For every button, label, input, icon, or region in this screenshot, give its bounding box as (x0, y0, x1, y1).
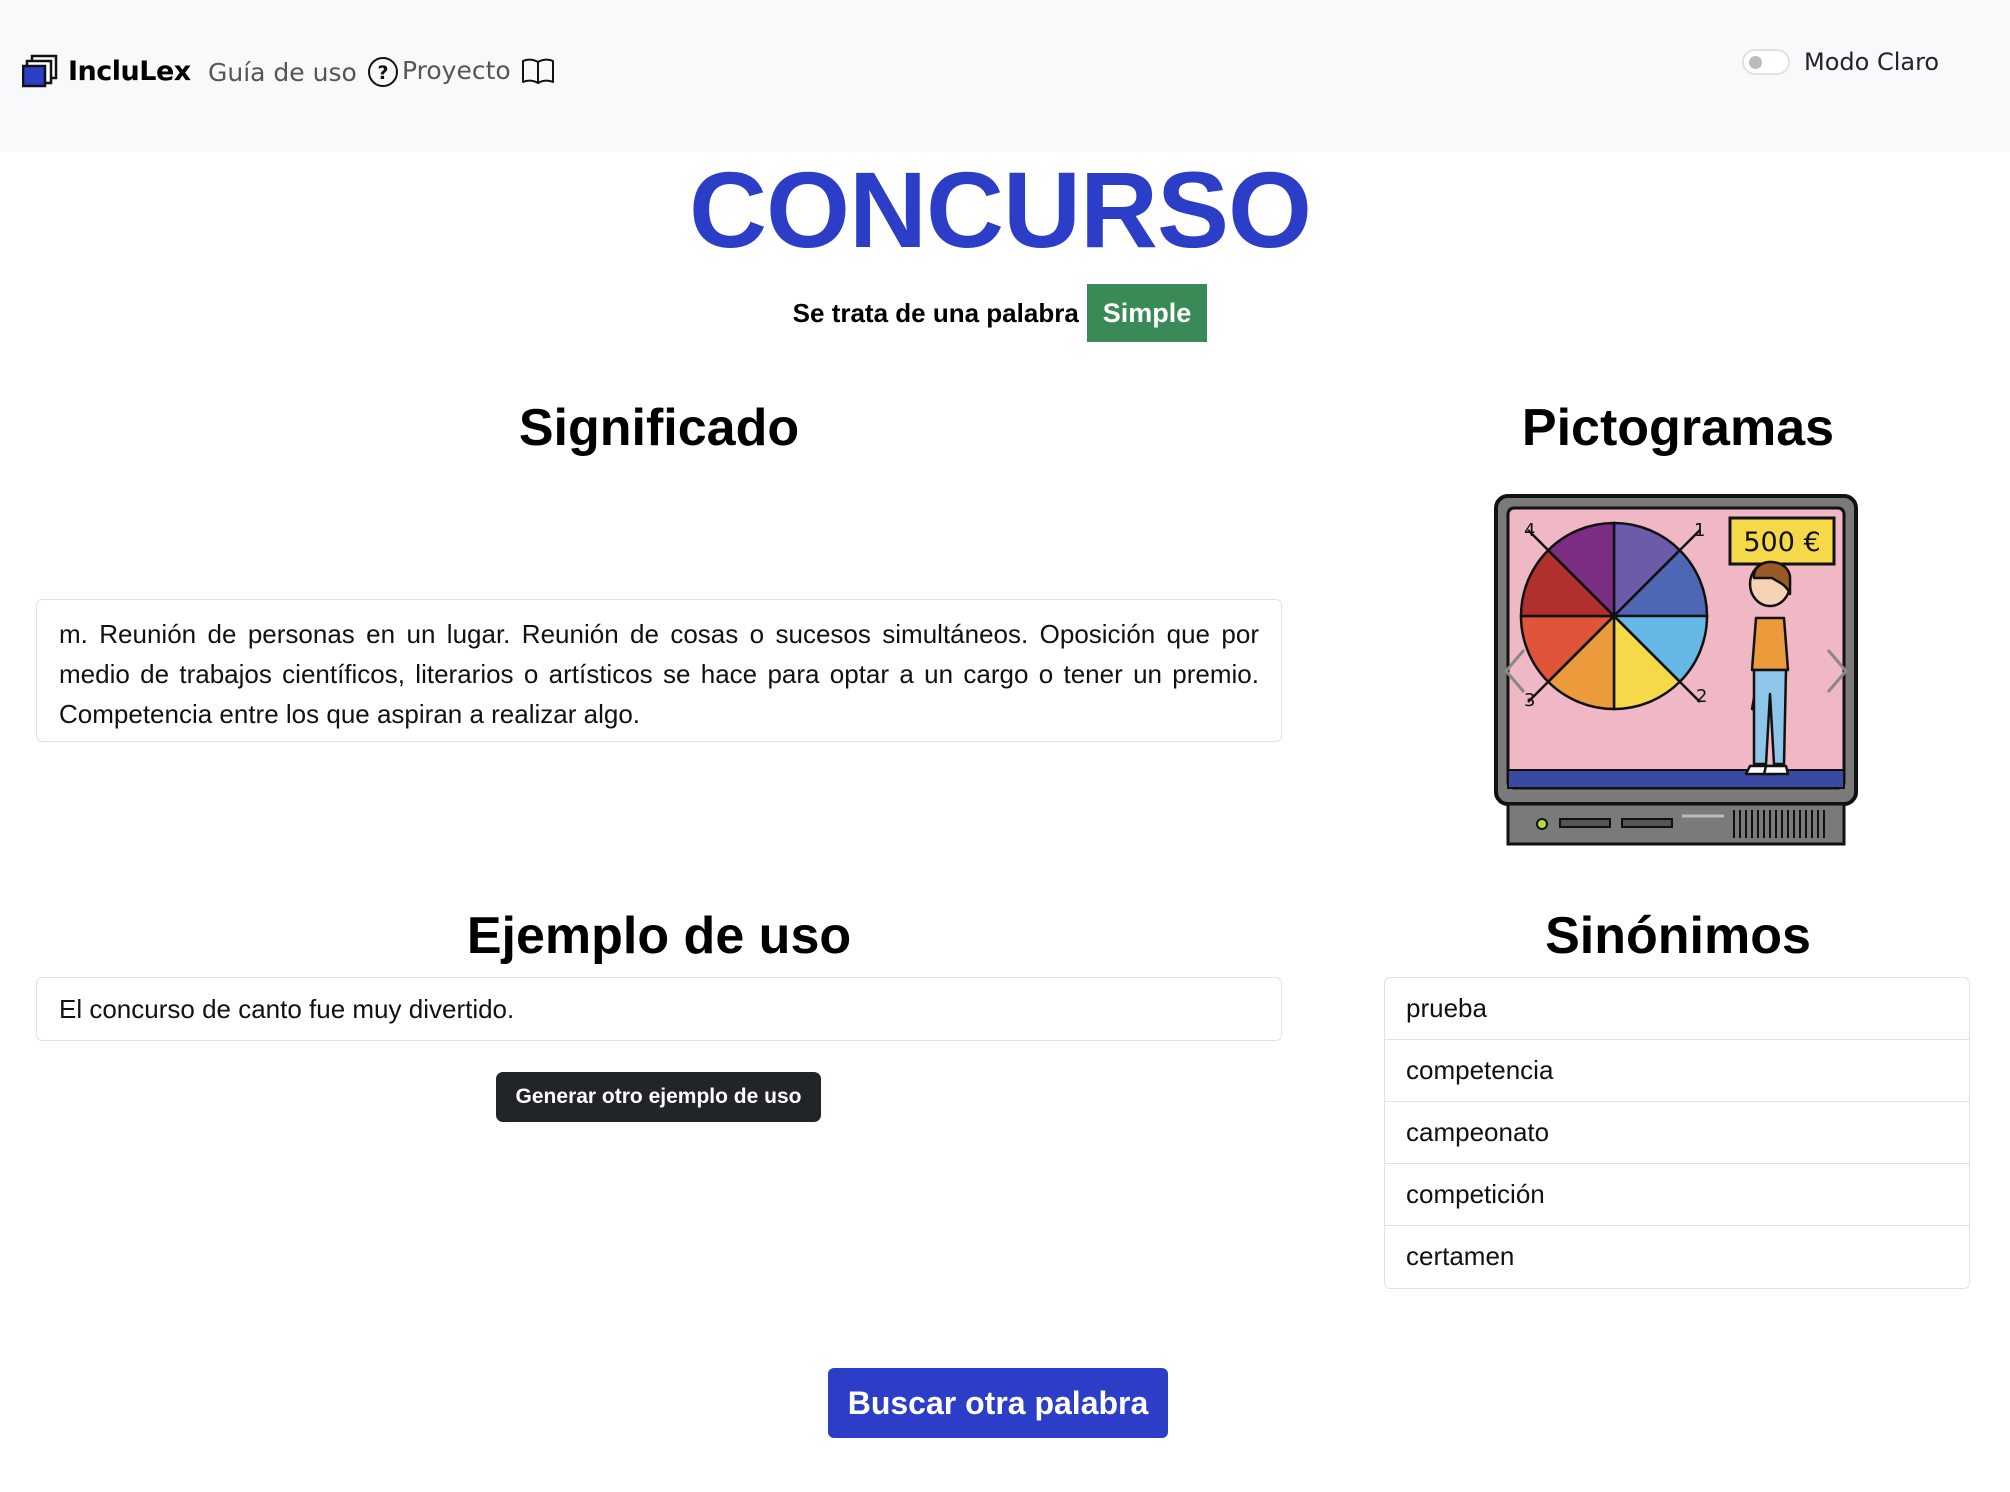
word-type: Se trata de una palabra Simple (0, 284, 2000, 342)
nav-project-link[interactable]: Proyecto (402, 56, 555, 85)
synonym-item: competencia (1385, 1040, 1969, 1102)
book-icon (521, 58, 554, 84)
carousel-prev-icon[interactable] (1500, 646, 1530, 696)
question-circle-icon: ? (367, 57, 398, 87)
svg-text:1: 1 (1694, 520, 1705, 541)
nav-project-label: Proyecto (402, 56, 511, 85)
brand-link[interactable]: IncluLex (22, 54, 191, 88)
synonyms-list: prueba competencia campeonato competició… (1384, 977, 1970, 1289)
word-type-badge: Simple (1086, 284, 1208, 342)
word-type-prefix: Se trata de una palabra (792, 297, 1079, 328)
word-title: CONCURSO (688, 149, 1312, 270)
brand-name: IncluLex (68, 55, 191, 87)
tv-game-show-pictogram: 4 1 2 3 500 € (1494, 494, 1858, 846)
nav-guide-label: Guía de uso (208, 57, 357, 87)
svg-text:4: 4 (1524, 520, 1535, 541)
switch-knob (1749, 56, 1762, 69)
meaning-heading: Significado (518, 399, 800, 457)
carousel-next-icon[interactable] (1822, 646, 1852, 696)
svg-text:?: ? (377, 62, 388, 84)
definition-text: m. Reunión de personas en un lugar. Reun… (36, 599, 1282, 742)
search-another-word-button[interactable]: Buscar otra palabra (828, 1368, 1168, 1438)
example-sentence: El concurso de canto fue muy divertido. (36, 977, 1282, 1041)
synonym-item: competición (1385, 1164, 1969, 1226)
pictograms-heading: Pictogramas (1521, 399, 1835, 457)
example-heading: Ejemplo de uso (466, 907, 852, 965)
synonyms-heading: Sinónimos (1545, 907, 1811, 965)
theme-toggle[interactable]: Modo Claro (1742, 48, 1939, 76)
theme-label: Modo Claro (1804, 48, 1940, 76)
nav-guide-link[interactable]: Guía de uso ? (208, 56, 399, 88)
svg-text:2: 2 (1696, 686, 1707, 707)
navbar: IncluLex Guía de uso ? Proyecto Modo Cla… (0, 0, 2010, 152)
synonym-item: campeonato (1385, 1102, 1969, 1164)
generate-example-button[interactable]: Generar otro ejemplo de uso (496, 1072, 821, 1122)
synonym-item: prueba (1385, 978, 1969, 1040)
logo-icon (22, 54, 58, 88)
synonym-item: certamen (1406, 1241, 1515, 1271)
svg-text:500 €: 500 € (1743, 527, 1820, 558)
theme-switch[interactable] (1742, 49, 1790, 75)
